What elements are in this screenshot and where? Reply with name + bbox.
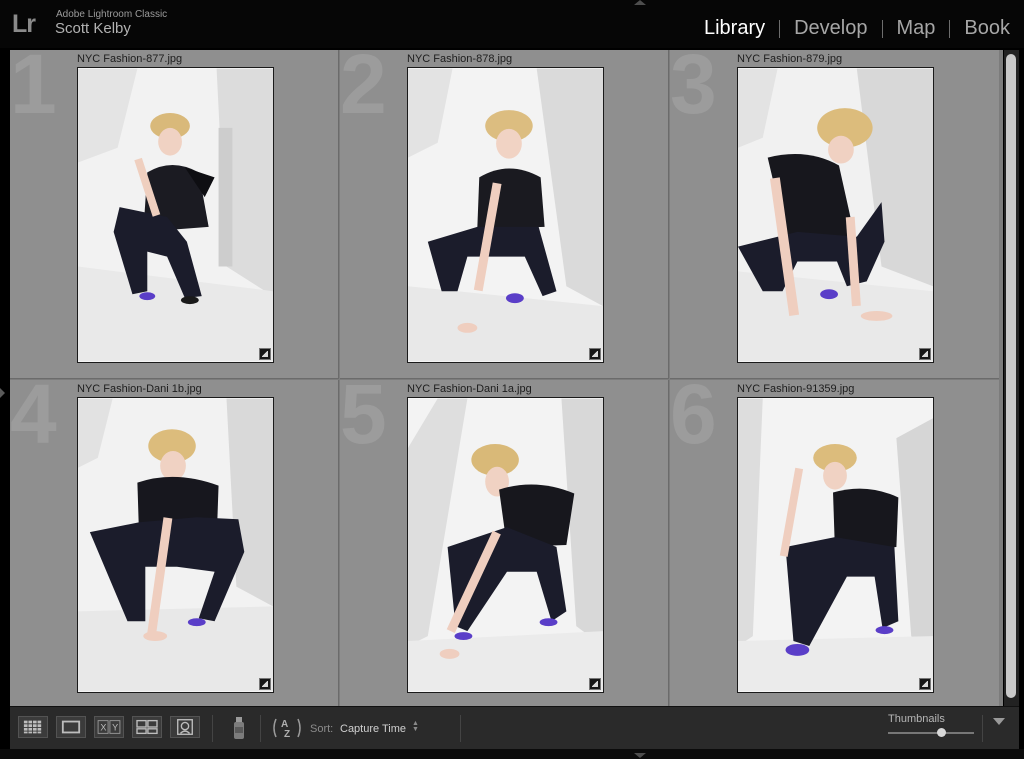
photo-image [408,68,603,362]
photo-image [408,398,603,692]
photo-thumbnail[interactable] [77,67,274,363]
cell-filename: NYC Fashion-91359.jpg [737,383,855,395]
cell-filename: NYC Fashion-877.jpg [77,53,183,65]
library-toolbar: X Y A Z Sort: Capture Time ▲ ▼ Thumbnails [10,706,1019,750]
compare-view-button[interactable]: X Y [94,716,124,738]
grid-cell[interactable]: 3 NYC Fashion-879.jpg [670,50,999,379]
module-develop[interactable]: Develop [794,17,867,40]
edited-badge-icon[interactable] [919,348,931,360]
module-divider [779,19,781,38]
identity-plate-bar: Lr Adobe Lightroom Classic Scott Kelby L… [0,0,1024,48]
people-view-button[interactable] [170,716,200,738]
cell-filename: NYC Fashion-Dani 1a.jpg [407,383,532,395]
scrollbar-thumb[interactable] [1006,54,1016,698]
photo-image [738,68,933,362]
edited-badge-icon[interactable] [259,678,271,690]
photo-thumbnail[interactable] [407,67,604,363]
toolbar-divider [982,715,983,742]
cell-index-number: 3 [670,50,717,131]
toolbar-divider [460,715,461,742]
photo-thumbnail[interactable] [737,67,934,363]
edited-badge-icon[interactable] [589,348,601,360]
sort-label: Sort: [310,723,334,735]
filmstrip-edge [0,749,1024,759]
left-panel-toggle[interactable] [0,388,5,398]
grid-view-icon [23,720,42,734]
toolbar-divider [260,715,261,742]
cell-filename: NYC Fashion-878.jpg [407,53,513,65]
svg-text:Y: Y [112,723,118,733]
cell-filename: NYC Fashion-879.jpg [737,53,843,65]
toolbar-divider [212,715,213,742]
grid-cell[interactable]: 5 NYC Fashion-Dani 1a.jpg [340,380,669,709]
sort-az-icon[interactable]: A Z [270,715,304,741]
thumbnails-label: Thumbnails [888,713,945,725]
filmstrip-toggle[interactable] [634,753,646,758]
lightroom-logo: Lr [12,10,36,38]
survey-view-button[interactable] [132,716,162,738]
loupe-view-button[interactable] [56,716,86,738]
compare-view-icon: X Y [97,720,121,734]
module-map[interactable]: Map [897,17,936,40]
loupe-view-icon [61,720,81,734]
module-picker: Library Develop Map Book [704,17,1010,40]
sort-order-select[interactable]: Capture Time [340,723,406,735]
module-divider [949,19,951,38]
cell-index-number: 2 [340,50,387,131]
cell-index-number: 6 [670,380,717,461]
grid-cell[interactable]: 4 NYC Fashion-Dani 1b.jpg [10,380,339,709]
cell-filename: NYC Fashion-Dani 1b.jpg [77,383,202,395]
survey-view-icon [136,719,158,735]
toolbar-options-dropdown-icon[interactable] [993,718,1005,725]
cell-index-number: 1 [10,50,57,131]
identity-plate-name: Scott Kelby [55,20,131,37]
thumbnail-size-slider-knob[interactable] [937,728,947,737]
edited-badge-icon[interactable] [919,678,931,690]
svg-text:X: X [100,723,106,733]
edited-badge-icon[interactable] [589,678,601,690]
module-divider [881,19,883,38]
thumbnail-grid: 1 NYC Fashion-877.jpg 2 NYC Fashion-878.… [10,50,1003,709]
grid-cell[interactable]: 1 NYC Fashion-877.jpg [10,50,339,379]
grid-cell[interactable]: 6 NYC Fashion-91359.jpg [670,380,999,709]
app-name: Adobe Lightroom Classic [56,9,168,20]
photo-thumbnail[interactable] [77,397,274,693]
module-book[interactable]: Book [964,17,1010,40]
grid-view-button[interactable] [18,716,48,738]
thumbnail-size-slider[interactable] [888,728,974,737]
photo-image [738,398,933,692]
spray-can-icon[interactable] [230,713,248,743]
edited-badge-icon[interactable] [259,348,271,360]
top-panel-toggle[interactable] [634,0,646,5]
people-view-icon [177,719,193,735]
photo-thumbnail[interactable] [737,397,934,693]
photo-thumbnail[interactable] [407,397,604,693]
sort-select-arrows-icon[interactable]: ▲ ▼ [412,720,419,733]
photo-image [78,398,273,692]
grid-cell[interactable]: 2 NYC Fashion-878.jpg [340,50,669,379]
cell-index-number: 4 [10,380,57,461]
photo-image [78,68,273,362]
svg-text:Z: Z [284,729,290,740]
grid-scrollbar[interactable] [1004,50,1019,706]
module-library[interactable]: Library [704,17,765,40]
cell-index-number: 5 [340,380,387,461]
